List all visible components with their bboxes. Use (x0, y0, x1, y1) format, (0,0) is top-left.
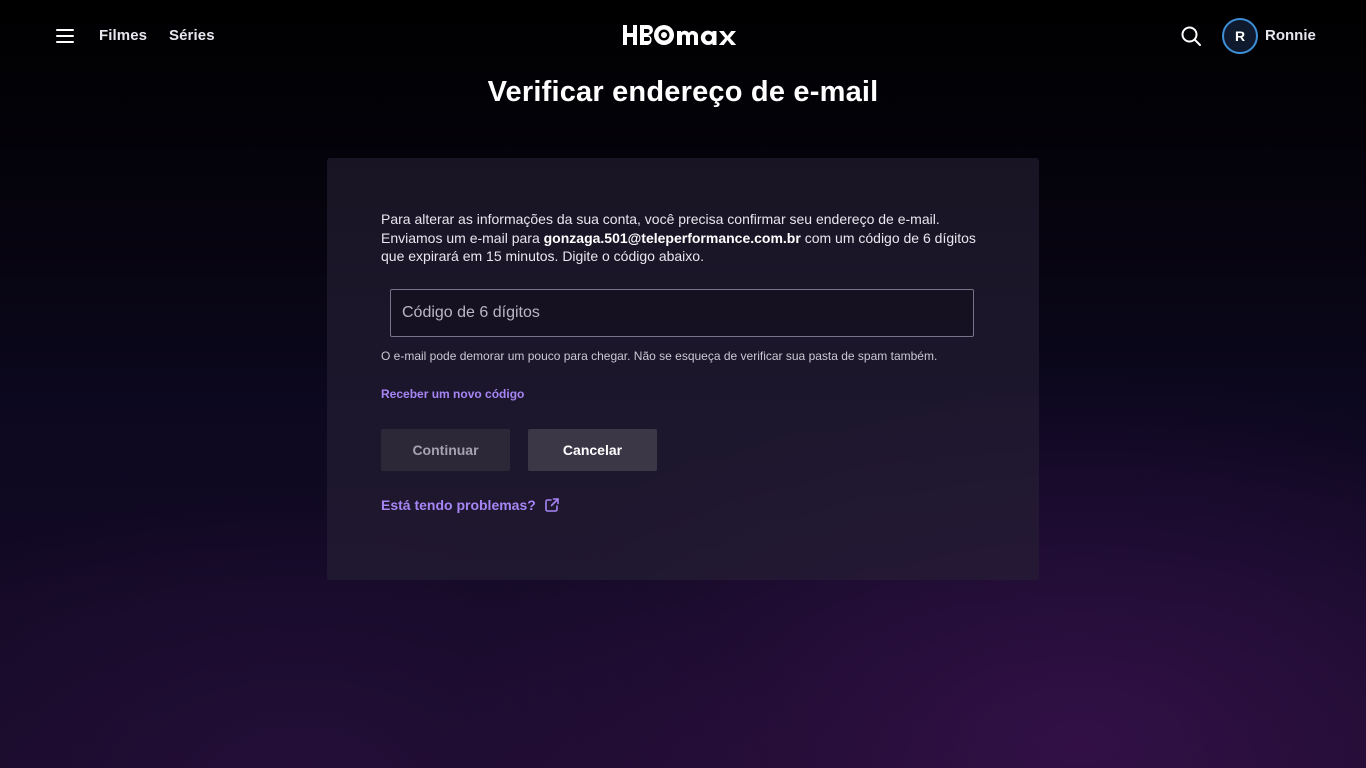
help-link[interactable]: Está tendo problemas? (381, 497, 560, 513)
nav-link-series[interactable]: Séries (169, 27, 215, 44)
target-email: gonzaga.501@teleperformance.com.br (543, 229, 801, 246)
profile-name[interactable]: Ronnie (1265, 27, 1316, 44)
top-navigation-bar: Filmes Séries R Ronnie (0, 0, 1366, 72)
search-icon[interactable] (1179, 24, 1203, 48)
page-title: Verificar endereço de e-mail (487, 76, 879, 108)
continue-button[interactable]: Continuar (381, 429, 510, 471)
help-link-label: Está tendo problemas? (381, 497, 536, 513)
external-link-icon (545, 498, 559, 512)
nav-link-filmes[interactable]: Filmes (99, 27, 147, 44)
resend-code-link[interactable]: Receber um novo código (381, 387, 524, 401)
verify-email-card: Para alterar as informações da sua conta… (327, 158, 1039, 580)
verification-code-input[interactable] (390, 289, 974, 337)
hbomax-logo[interactable] (622, 22, 744, 50)
profile-avatar[interactable]: R (1222, 18, 1258, 54)
cancel-button[interactable]: Cancelar (528, 429, 657, 471)
spam-hint-text: O e-mail pode demorar um pouco para cheg… (381, 349, 938, 363)
menu-icon[interactable] (54, 24, 76, 48)
instructions-text: Para alterar as informações da sua conta… (381, 210, 985, 266)
